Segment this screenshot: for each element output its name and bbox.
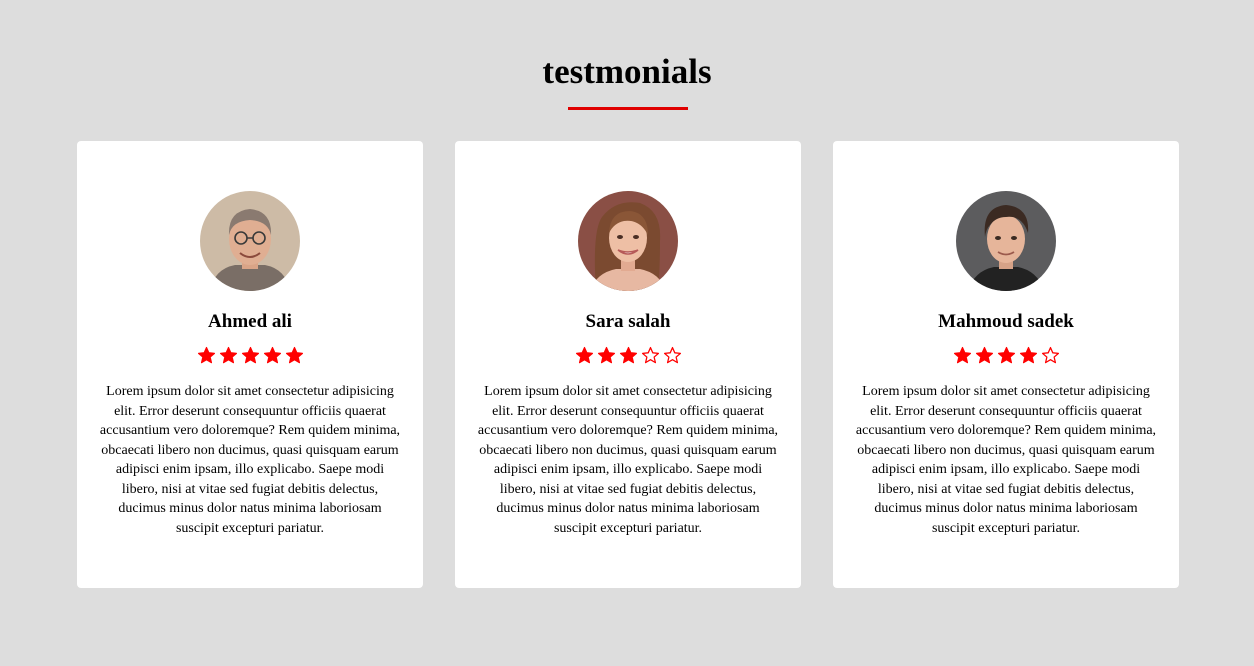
avatar — [578, 191, 678, 291]
star-rating — [833, 346, 1179, 368]
star-filled-icon — [975, 346, 993, 364]
star-outline-icon — [1041, 346, 1059, 364]
testimonial-card: Mahmoud sadek Lorem ipsum dolor sit amet… — [833, 141, 1179, 588]
star-filled-icon — [619, 346, 637, 364]
testimonial-text: Lorem ipsum dolor sit amet consectetur a… — [477, 384, 779, 536]
title-underline — [568, 107, 688, 110]
star-filled-icon — [285, 346, 303, 364]
star-filled-icon — [597, 346, 615, 364]
reviewer-name: Mahmoud sadek — [938, 311, 1074, 332]
star-outline-icon — [663, 346, 681, 364]
testimonial-card: Ahmed ali Lorem ipsum dolor sit amet con… — [77, 141, 423, 588]
star-filled-icon — [575, 346, 593, 364]
star-filled-icon — [997, 346, 1015, 364]
star-rating — [77, 346, 423, 368]
star-rating — [455, 346, 801, 368]
reviewer-name: Sara salah — [585, 311, 671, 332]
star-filled-icon — [1019, 346, 1037, 364]
star-filled-icon — [219, 346, 237, 364]
star-filled-icon — [197, 346, 215, 364]
section-title: testmonials — [542, 52, 712, 91]
star-outline-icon — [641, 346, 659, 364]
star-filled-icon — [263, 346, 281, 364]
testimonial-text: Lorem ipsum dolor sit amet consectetur a… — [855, 384, 1157, 536]
avatar — [956, 191, 1056, 291]
testimonials-section: testmonials Ahmed ali Lorem ipsum dolor … — [0, 0, 1254, 666]
reviewer-name: Ahmed ali — [208, 311, 292, 332]
avatar — [200, 191, 300, 291]
star-filled-icon — [241, 346, 259, 364]
testimonial-card: Sara salah Lorem ipsum dolor sit amet co… — [455, 141, 801, 588]
testimonial-text: Lorem ipsum dolor sit amet consectetur a… — [99, 384, 401, 536]
testimonial-cards: Ahmed ali Lorem ipsum dolor sit amet con… — [77, 141, 1179, 588]
star-filled-icon — [953, 346, 971, 364]
